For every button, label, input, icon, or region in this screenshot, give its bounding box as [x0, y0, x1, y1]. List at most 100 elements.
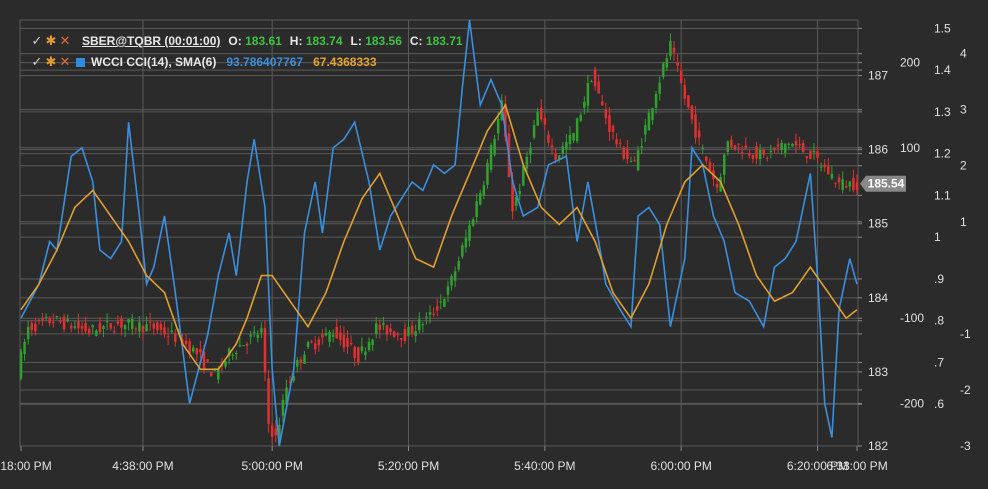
axis4-tick-label: 1: [960, 215, 967, 229]
current-price-label: 185.54: [868, 177, 905, 191]
candle-body: [475, 201, 478, 218]
candle-body: [353, 346, 356, 358]
candle-body: [532, 125, 536, 138]
candle-body: [841, 179, 844, 190]
candle-body: [830, 173, 834, 179]
candle-body: [690, 105, 694, 120]
check-icon[interactable]: ✓: [30, 55, 44, 69]
axis4-tick-label: 2: [960, 159, 967, 173]
candle-body: [374, 323, 378, 334]
candle-body: [844, 185, 848, 188]
candle-body: [174, 333, 177, 342]
candle-body: [23, 341, 26, 355]
x-tick-label: 5:00:00 PM: [241, 459, 302, 473]
candle-body: [740, 152, 744, 154]
axis4-tick-label: -1: [960, 327, 971, 341]
candle-body: [776, 144, 780, 147]
candle-body: [715, 183, 719, 188]
candle-body: [518, 190, 521, 195]
candle-body: [238, 345, 242, 347]
candle-body: [805, 156, 809, 159]
candle-body: [801, 143, 805, 153]
candle-body: [235, 352, 238, 355]
candle-body: [651, 108, 654, 121]
candle-body: [130, 318, 134, 330]
candle-body: [364, 351, 367, 356]
close-icon[interactable]: ✕: [58, 34, 72, 48]
candle-body: [583, 101, 586, 108]
axis4-tick-label: 4: [960, 47, 967, 61]
candle-body: [834, 182, 837, 184]
candle-body: [783, 143, 787, 153]
candle-body: [687, 95, 690, 108]
candle-body: [109, 323, 112, 329]
candle-body: [640, 146, 643, 148]
candle-body: [554, 153, 557, 160]
high-value: 183.74: [305, 34, 343, 48]
candle-body: [654, 94, 658, 108]
candle-body: [794, 140, 798, 146]
candle-body: [579, 114, 582, 121]
candle-body: [317, 339, 321, 346]
candle-body: [464, 237, 468, 248]
candle-body: [98, 322, 102, 333]
candle-body: [586, 83, 590, 106]
candle-body: [737, 143, 740, 145]
candle-body: [525, 156, 529, 169]
gear-icon[interactable]: ✱: [44, 34, 58, 48]
candle-body: [252, 331, 256, 333]
candle-body: [392, 331, 396, 338]
candle-body: [751, 155, 755, 159]
candle-body: [622, 147, 626, 159]
candle-body: [163, 327, 166, 335]
series-color-icon[interactable]: [76, 57, 85, 67]
candle-body: [170, 330, 173, 333]
candle-body: [141, 326, 145, 333]
indicator-lines: [20, 19, 858, 447]
candle-body: [432, 313, 435, 315]
candle-body: [400, 338, 403, 340]
candle-body: [439, 301, 443, 303]
candle-body: [489, 145, 493, 170]
axis4-tick-label: -3: [960, 439, 971, 453]
candle-body: [80, 326, 84, 329]
chart-canvas[interactable]: 4:18:00 PM 4:38:00 PM 5:00:00 PM 5:20:00 PM…: [0, 0, 988, 489]
axis3-tick-label: 1.2: [934, 147, 951, 161]
candle-body: [758, 150, 762, 160]
candle-body: [324, 332, 328, 336]
candle-body: [636, 150, 640, 171]
candle-body: [34, 323, 37, 332]
low-value: 183.56: [365, 34, 402, 48]
candle-body: [95, 330, 98, 336]
candle-body: [123, 324, 127, 330]
gear-icon[interactable]: ✱: [44, 55, 58, 69]
candle-body: [331, 334, 335, 337]
candle-body: [156, 322, 159, 331]
candle-body: [705, 156, 708, 162]
candle-body: [435, 306, 439, 311]
candle-body: [148, 321, 152, 323]
candle-body: [30, 323, 34, 330]
candle-body: [41, 318, 44, 321]
indicator-title[interactable]: WCCI CCI(14), SMA(6): [91, 55, 216, 69]
candle-body: [389, 328, 392, 333]
candle-body: [263, 328, 267, 373]
close-icon[interactable]: ✕: [58, 55, 72, 69]
candle-body: [62, 316, 66, 330]
candle-body: [256, 334, 260, 338]
indicator-value-1: 93.786407767: [226, 55, 304, 69]
candle-body: [568, 134, 572, 145]
candle-body: [152, 323, 156, 329]
candle-body: [403, 329, 407, 341]
candle-body: [414, 331, 417, 336]
check-icon[interactable]: ✓: [30, 34, 44, 48]
candle-body: [120, 318, 123, 328]
x-tick-label: 6:33:00 PM: [826, 459, 887, 473]
candle-body: [543, 118, 547, 125]
series-title[interactable]: SBER@TQBR (00:01:00): [82, 34, 220, 48]
candle-body: [604, 109, 608, 119]
axis3-tick-label: .8: [934, 314, 944, 328]
axis3-tick-label: .7: [934, 355, 944, 369]
candle-body: [385, 325, 389, 335]
candle-body: [84, 323, 87, 332]
